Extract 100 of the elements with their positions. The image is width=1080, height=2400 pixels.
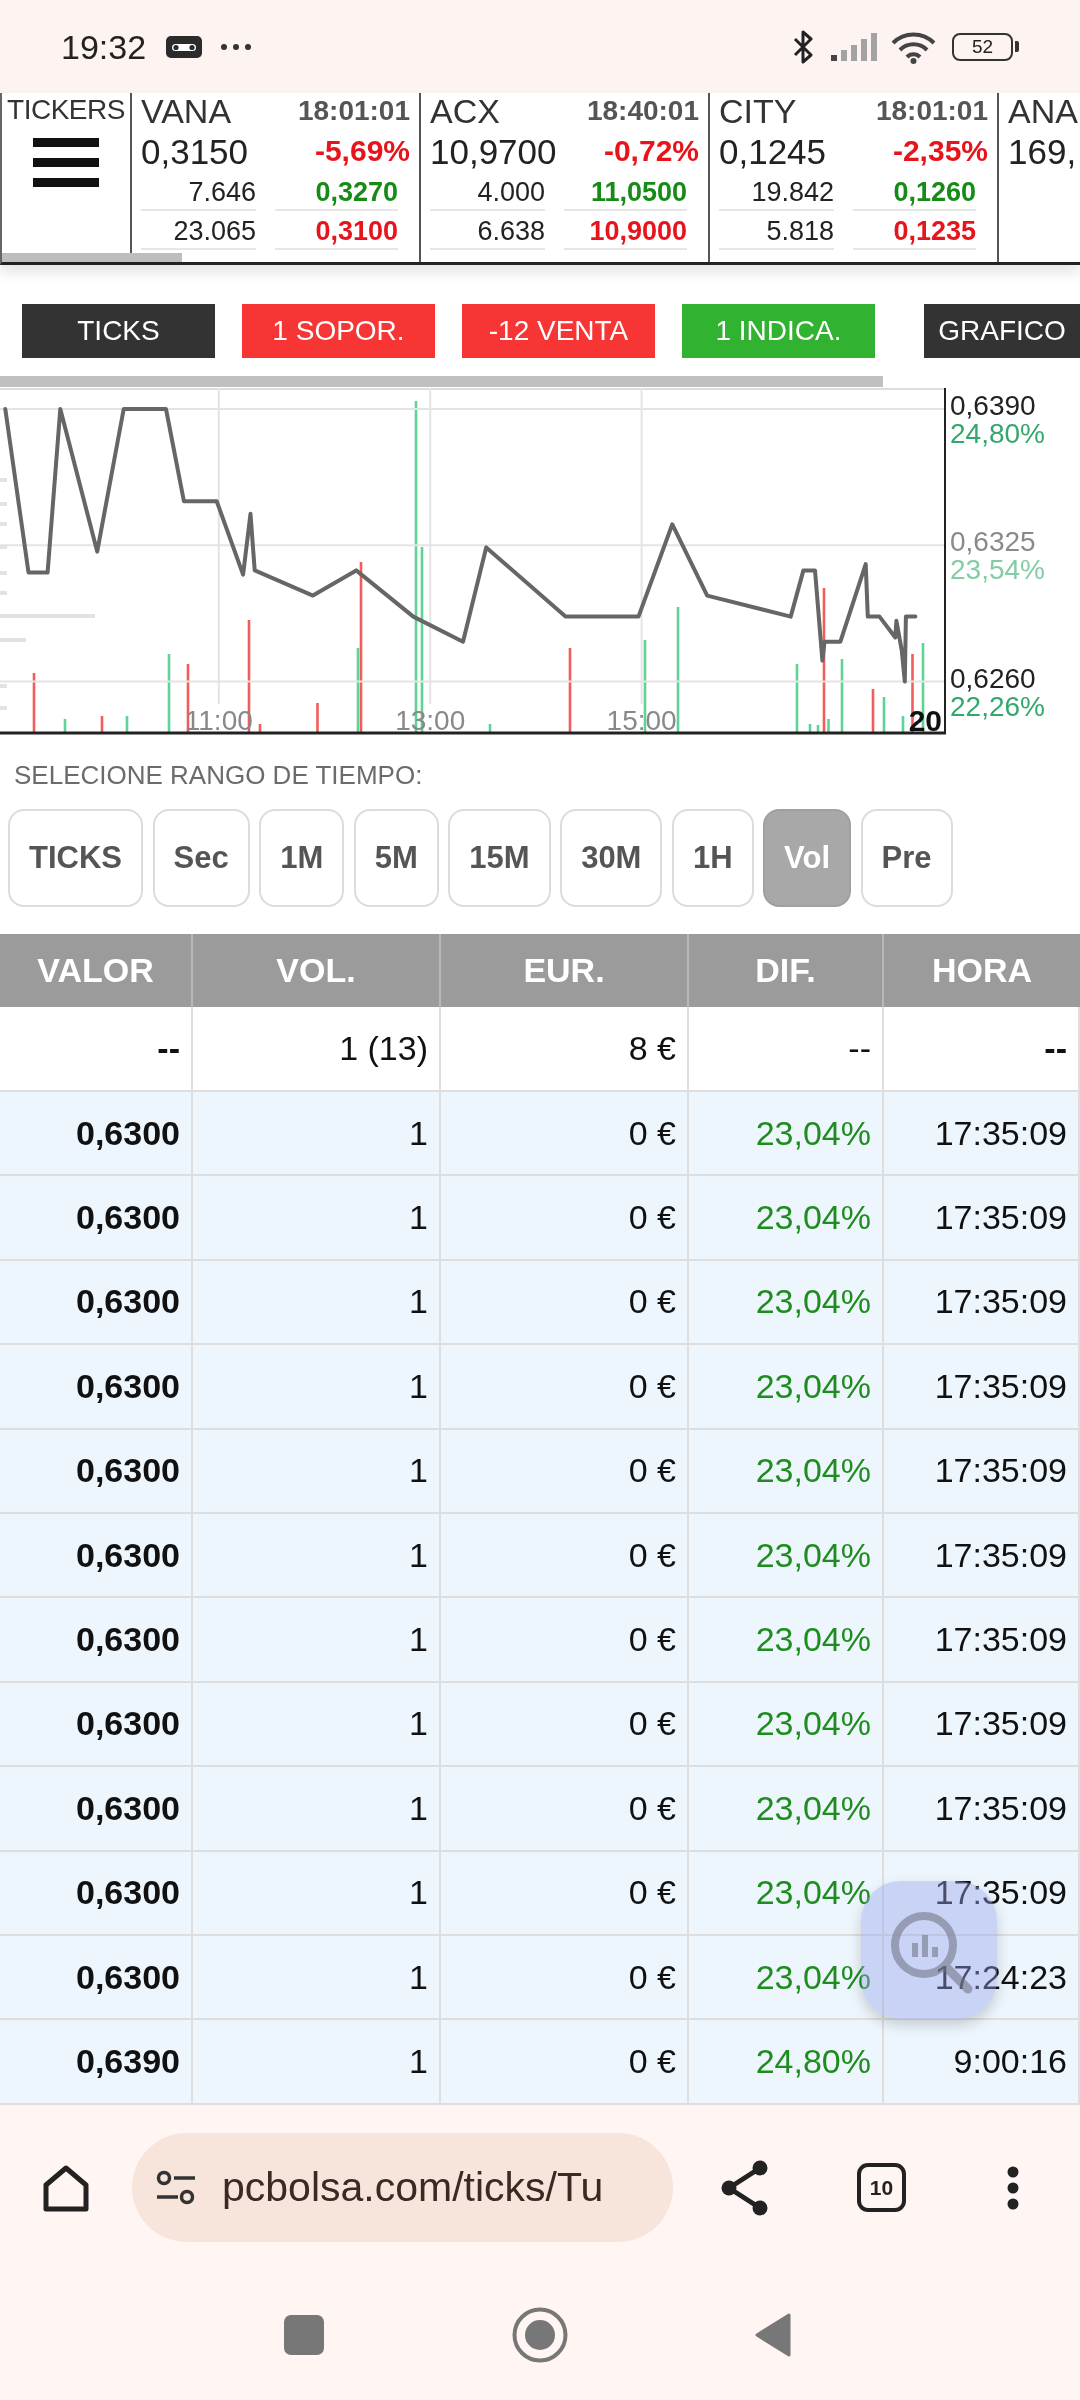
table-cell: 1 xyxy=(193,1682,441,1768)
table-cell: 0 € xyxy=(441,1429,689,1514)
signal-button[interactable]: GRAFICO xyxy=(924,304,1080,358)
tune-icon[interactable] xyxy=(156,2169,196,2206)
ticker-change: -5,69% xyxy=(314,136,410,166)
back-icon[interactable] xyxy=(754,2312,792,2358)
table-cell: 23,04% xyxy=(689,1345,884,1430)
table-cell: 17:35:09 xyxy=(884,1598,1080,1683)
volume-bar xyxy=(488,724,492,732)
table-cell: -- xyxy=(884,1007,1080,1092)
ticker-change: -0,72% xyxy=(603,136,699,166)
table-cell: 0,6300 xyxy=(0,1598,193,1683)
volume-bar xyxy=(816,725,820,732)
signal-icon xyxy=(831,32,877,61)
ticker-price: 10,9700 xyxy=(430,133,557,169)
ticker-time: 18:40:01 xyxy=(586,97,699,125)
ticker-symbol[interactable]: VANA xyxy=(141,94,232,128)
table-cell: 0 € xyxy=(441,1851,689,1936)
ticker-value: 0,3270 xyxy=(275,174,398,211)
ticker-volume: 5.818 xyxy=(719,213,834,250)
table-cell: 0 € xyxy=(441,1598,689,1683)
table-cell: 1 xyxy=(193,1429,441,1514)
volume-bar xyxy=(901,716,905,732)
table-cell: 0 € xyxy=(441,1345,689,1430)
ticker-symbol[interactable]: CITY xyxy=(719,94,797,128)
status-time: 19:32 xyxy=(61,29,147,64)
menu-icon[interactable] xyxy=(33,138,99,187)
table-cell: 8 € xyxy=(441,1007,689,1092)
range-button[interactable]: Pre xyxy=(860,809,953,907)
signal-button[interactable]: 1 SOPOR. xyxy=(242,304,435,358)
address-bar[interactable]: pcbolsa.com/ticks/Tu xyxy=(132,2133,673,2242)
table-cell: 1 xyxy=(193,2020,441,2105)
table-cell: 1 xyxy=(193,1851,441,1936)
tab-count-button[interactable]: 10 xyxy=(857,2163,906,2212)
table-cell: 23,04% xyxy=(689,1851,884,1936)
table-cell: 0,6390 xyxy=(0,2020,193,2105)
volume-bar xyxy=(100,716,104,732)
url-text: pcbolsa.com/ticks/Tu xyxy=(222,2167,604,2208)
tickers-label: TICKERS xyxy=(7,96,125,124)
table-cell: 0 € xyxy=(441,1176,689,1261)
ticker-value: 0,1235 xyxy=(853,213,976,250)
table-cell: 1 xyxy=(193,1598,441,1683)
table-cell: 1 xyxy=(193,1935,441,2021)
range-button[interactable]: 1H xyxy=(671,809,754,907)
cassette-icon xyxy=(166,35,203,58)
table-cell: 17:35:09 xyxy=(884,1767,1080,1852)
table-cell: 0,6300 xyxy=(0,1345,193,1430)
square-icon[interactable] xyxy=(284,2315,324,2355)
circle-icon[interactable] xyxy=(512,2307,568,2363)
ticker-volume: 4.000 xyxy=(430,174,545,211)
volume-bar xyxy=(32,673,36,732)
ticker-symbol[interactable]: ANA xyxy=(1008,94,1078,128)
range-button[interactable]: 1M xyxy=(259,809,345,907)
signal-button[interactable]: TICKS xyxy=(22,304,215,358)
ticker-value: 10,9000 xyxy=(564,213,687,250)
share-icon[interactable] xyxy=(720,2159,770,2216)
table-cell: 0 € xyxy=(441,1260,689,1346)
table-cell: 24,80% xyxy=(689,2020,884,2105)
table-cell: 0,6300 xyxy=(0,1092,193,1177)
table-cell: -- xyxy=(689,1007,884,1092)
ticker-volume: 23.065 xyxy=(141,213,256,250)
table-cell: 23,04% xyxy=(689,1598,884,1683)
range-button[interactable]: 30M xyxy=(560,809,663,907)
table-cell: 0 € xyxy=(441,2020,689,2105)
range-button[interactable]: 15M xyxy=(448,809,551,907)
table-cell: 1 xyxy=(193,1513,441,1599)
more-vert-icon[interactable] xyxy=(1007,2165,1019,2210)
table-cell: 0 € xyxy=(441,1767,689,1852)
signal-button[interactable]: -12 VENTA xyxy=(462,304,655,358)
table-cell: 17:35:09 xyxy=(884,1513,1080,1599)
table-cell: 0,6300 xyxy=(0,1767,193,1852)
table-cell: 0,6300 xyxy=(0,1176,193,1261)
table-cell: 1 xyxy=(193,1176,441,1261)
ticker-symbol[interactable]: ACX xyxy=(430,94,500,128)
section-label: SELECIONE RANGO DE TIEMPO: xyxy=(14,761,423,788)
table-cell: 23,04% xyxy=(689,1682,884,1768)
range-button[interactable]: TICKS xyxy=(8,809,143,907)
table-cell: 0,6300 xyxy=(0,1851,193,1936)
table-cell: 1 xyxy=(193,1260,441,1346)
table-cell: 0 € xyxy=(441,1513,689,1599)
ticker-volume: 6.638 xyxy=(430,213,545,250)
range-button[interactable]: 5M xyxy=(353,809,439,907)
volume-bar xyxy=(258,724,262,732)
table-cell: 0,6300 xyxy=(0,1682,193,1768)
volume-bar xyxy=(125,716,129,732)
volume-bar xyxy=(808,724,812,732)
ticker-price: 169, xyxy=(1008,133,1077,169)
table-cell: -- xyxy=(0,1007,193,1092)
table-cell: 0 € xyxy=(441,1935,689,2021)
table-cell: 23,04% xyxy=(689,1092,884,1177)
volume-bar xyxy=(316,703,319,732)
axis-label: 0,6390 xyxy=(950,389,1036,421)
ticker-price: 0,1245 xyxy=(719,133,827,169)
table-cell: 23,04% xyxy=(689,1767,884,1852)
table-cell: 0,6300 xyxy=(0,1429,193,1514)
table-cell: 0,6300 xyxy=(0,1935,193,2021)
table-cell: 23,04% xyxy=(689,1513,884,1599)
range-button[interactable]: Sec xyxy=(152,809,250,907)
ticker-change: -2,35% xyxy=(892,136,988,166)
table-cell: 17:35:09 xyxy=(884,1092,1080,1177)
